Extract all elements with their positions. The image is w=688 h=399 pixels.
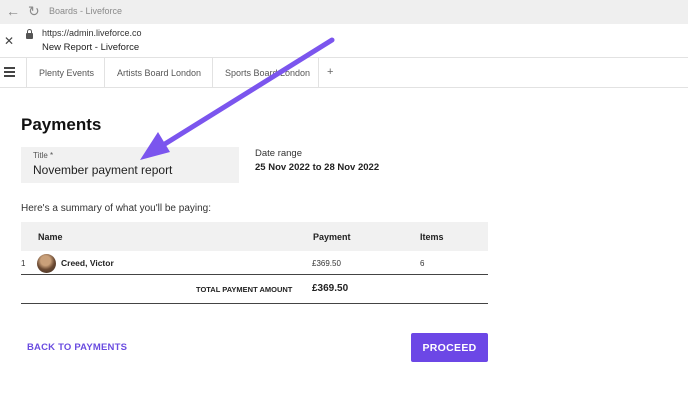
column-header-items: Items bbox=[420, 232, 444, 242]
row-payment: £369.50 bbox=[312, 259, 341, 268]
back-to-payments-link[interactable]: BACK TO PAYMENTS bbox=[27, 342, 127, 353]
lock-icon bbox=[26, 29, 33, 39]
board-tabs: Plenty Events Artists Board London Sport… bbox=[0, 58, 688, 88]
tab-artists-board-london[interactable]: Artists Board London bbox=[105, 58, 213, 88]
address-bar: ✕ https://admin.liveforce.co New Report … bbox=[0, 24, 688, 58]
tab-plenty-events[interactable]: Plenty Events bbox=[26, 58, 105, 88]
title-field[interactable]: Title * November payment report bbox=[21, 147, 239, 183]
close-icon[interactable]: ✕ bbox=[4, 34, 14, 48]
title-field-value[interactable]: November payment report bbox=[33, 163, 172, 177]
row-index: 1 bbox=[21, 259, 26, 268]
tab-sports-board-london[interactable]: Sports Board London bbox=[213, 58, 319, 88]
column-header-payment: Payment bbox=[313, 232, 351, 242]
title-field-label: Title * bbox=[33, 151, 54, 160]
plus-icon[interactable]: + bbox=[327, 66, 333, 78]
column-header-name: Name bbox=[38, 232, 63, 242]
proceed-button[interactable]: PROCEED bbox=[411, 333, 488, 362]
summary-text: Here's a summary of what you'll be payin… bbox=[21, 203, 212, 214]
url-text[interactable]: https://admin.liveforce.co bbox=[42, 28, 142, 38]
page-heading: Payments bbox=[21, 115, 102, 134]
table-row[interactable]: 1 Creed, Victor £369.50 6 bbox=[21, 251, 488, 275]
hamburger-menu-icon[interactable] bbox=[4, 67, 15, 77]
browser-titlebar: ← ↻ Boards - Liveforce bbox=[0, 0, 688, 24]
total-row: TOTAL PAYMENT AMOUNT £369.50 bbox=[21, 276, 488, 304]
row-name: Creed, Victor bbox=[61, 258, 114, 268]
page-title-text: New Report - Liveforce bbox=[42, 42, 140, 53]
window-title: Boards - Liveforce bbox=[49, 6, 123, 16]
reload-icon[interactable]: ↻ bbox=[28, 4, 40, 18]
total-value: £369.50 bbox=[312, 283, 349, 294]
total-label: TOTAL PAYMENT AMOUNT bbox=[196, 285, 293, 294]
avatar bbox=[37, 254, 56, 273]
date-range-value: 25 Nov 2022 to 28 Nov 2022 bbox=[255, 162, 380, 173]
row-items: 6 bbox=[420, 259, 425, 268]
table-header: Name Payment Items bbox=[21, 222, 488, 251]
back-arrow-icon[interactable]: ← bbox=[6, 4, 20, 18]
date-range-label: Date range bbox=[255, 148, 303, 159]
